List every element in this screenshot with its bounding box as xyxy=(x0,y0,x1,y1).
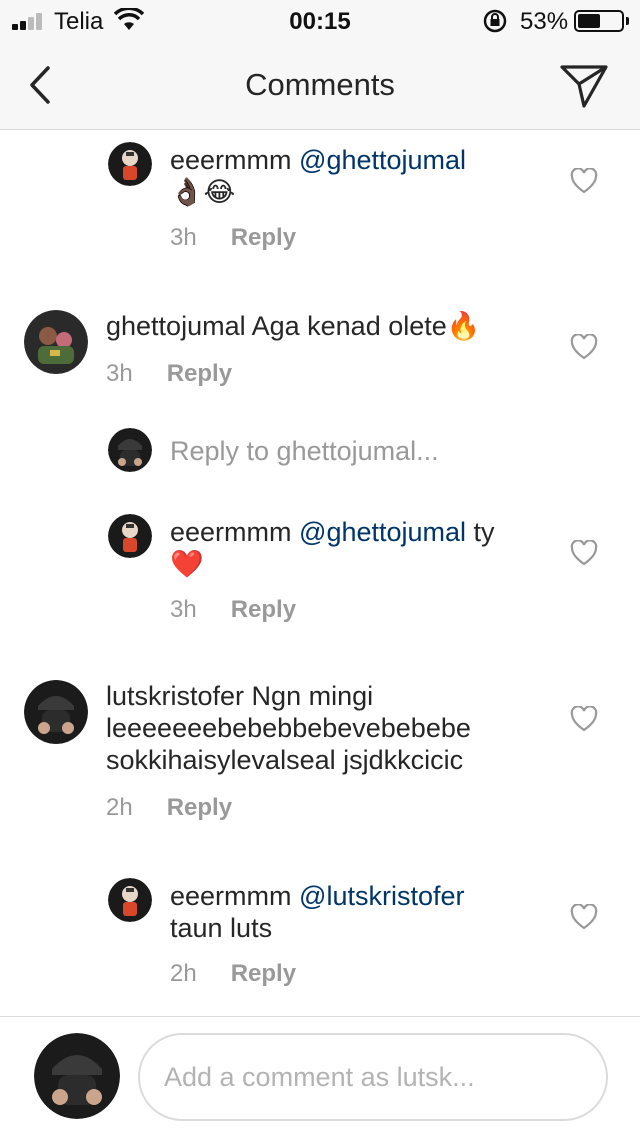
comment-username[interactable]: eeermmm xyxy=(170,881,292,911)
battery-icon xyxy=(574,10,624,32)
comment-username[interactable]: eeermmm xyxy=(170,145,292,175)
heart-icon[interactable] xyxy=(570,539,598,566)
comment-time: 3h xyxy=(106,360,133,387)
comment-input[interactable] xyxy=(138,1033,608,1121)
reply-button[interactable]: Reply xyxy=(231,960,296,987)
comment-mention[interactable]: @ghettojumal xyxy=(299,517,466,547)
reply-button[interactable]: Reply xyxy=(231,596,296,623)
comment-meta: 3h Reply xyxy=(170,224,296,252)
reply-input-prompt[interactable]: Reply to ghettojumal... xyxy=(170,436,439,467)
comment-text-line: leeeeeeebebebbebevebebebe xyxy=(106,713,471,743)
comment-body: ghettojumal Aga kenad olete🔥 xyxy=(106,310,556,342)
nav-bar: Comments xyxy=(0,40,640,130)
avatar-ghettojumal[interactable] xyxy=(24,310,88,374)
avatar-eeermmm[interactable] xyxy=(108,878,152,922)
reply-button[interactable]: Reply xyxy=(167,794,232,821)
comment-emoji: ❤️ xyxy=(170,549,204,579)
comment-text: Ngn mingi xyxy=(244,681,374,711)
comment-text: Aga kenad olete xyxy=(251,311,447,341)
reply-button[interactable]: Reply xyxy=(167,360,232,387)
comment: ghettojumal Aga kenad olete🔥 3h Reply xyxy=(0,306,640,406)
comment-body: eeermmm @ghettojumal 👌🏿😂 xyxy=(170,144,550,208)
comment-reply: eeermmm @lutskristofer taun luts 2h Reply xyxy=(0,876,640,1006)
reply-button[interactable]: Reply xyxy=(231,224,296,251)
avatar-current-user xyxy=(108,428,152,472)
comment-time: 3h xyxy=(170,224,197,251)
comment-text-line: sokkihaisylevalseal jsjdkkcicic xyxy=(106,745,464,775)
comment-reply: eeermmm @ghettojumal ty ❤️ 3h Reply xyxy=(0,512,640,642)
comment-body: lutskristofer Ngn mingi leeeeeeebebebbeb… xyxy=(106,680,556,776)
comment-reply: eeermmm @ghettojumal 👌🏿😂 3h Reply xyxy=(0,140,640,270)
heart-icon[interactable] xyxy=(570,167,598,194)
heart-icon[interactable] xyxy=(570,705,598,732)
comment-text: ty xyxy=(466,517,495,547)
heart-icon[interactable] xyxy=(570,903,598,930)
comment-emoji: 👌🏿😂 xyxy=(170,177,236,207)
comment-meta: 2h Reply xyxy=(170,960,296,988)
page-title: Comments xyxy=(245,67,395,102)
comment-time: 2h xyxy=(106,794,133,821)
comment-username[interactable]: eeermmm xyxy=(170,517,292,547)
comment-text-line: taun luts xyxy=(170,913,273,943)
paper-plane-icon[interactable] xyxy=(556,60,612,110)
avatar-current-user xyxy=(34,1033,120,1119)
battery-percent: 53% xyxy=(520,8,569,35)
avatar-eeermmm[interactable] xyxy=(108,142,152,186)
comment-time: 3h xyxy=(170,596,197,623)
reply-prompt-row[interactable]: Reply to ghettojumal... xyxy=(0,428,640,474)
comment-mention[interactable]: @lutskristofer xyxy=(299,881,464,911)
comment-meta: 3h Reply xyxy=(106,360,232,388)
comment-body: eeermmm @ghettojumal ty ❤️ xyxy=(170,516,550,580)
comment-username[interactable]: lutskristofer xyxy=(106,681,244,711)
comment-time: 2h xyxy=(170,960,197,987)
comment-body: eeermmm @lutskristofer taun luts xyxy=(170,880,550,944)
comment-mention[interactable]: @ghettojumal xyxy=(299,145,466,175)
battery-cap xyxy=(626,17,629,25)
comment-username[interactable]: ghettojumal xyxy=(106,311,246,341)
comment: lutskristofer Ngn mingi leeeeeeebebebbeb… xyxy=(0,680,640,830)
battery-level xyxy=(578,14,600,28)
status-bar: Telia 00:15 53% xyxy=(0,0,640,40)
avatar-lutskristofer[interactable] xyxy=(24,680,88,744)
comment-emoji: 🔥 xyxy=(446,311,481,341)
comment-meta: 2h Reply xyxy=(106,794,232,822)
heart-icon[interactable] xyxy=(570,333,598,360)
comment-composer xyxy=(0,1016,640,1136)
comment-meta: 3h Reply xyxy=(170,596,296,624)
rotation-lock-icon xyxy=(482,9,508,38)
avatar-eeermmm[interactable] xyxy=(108,514,152,558)
